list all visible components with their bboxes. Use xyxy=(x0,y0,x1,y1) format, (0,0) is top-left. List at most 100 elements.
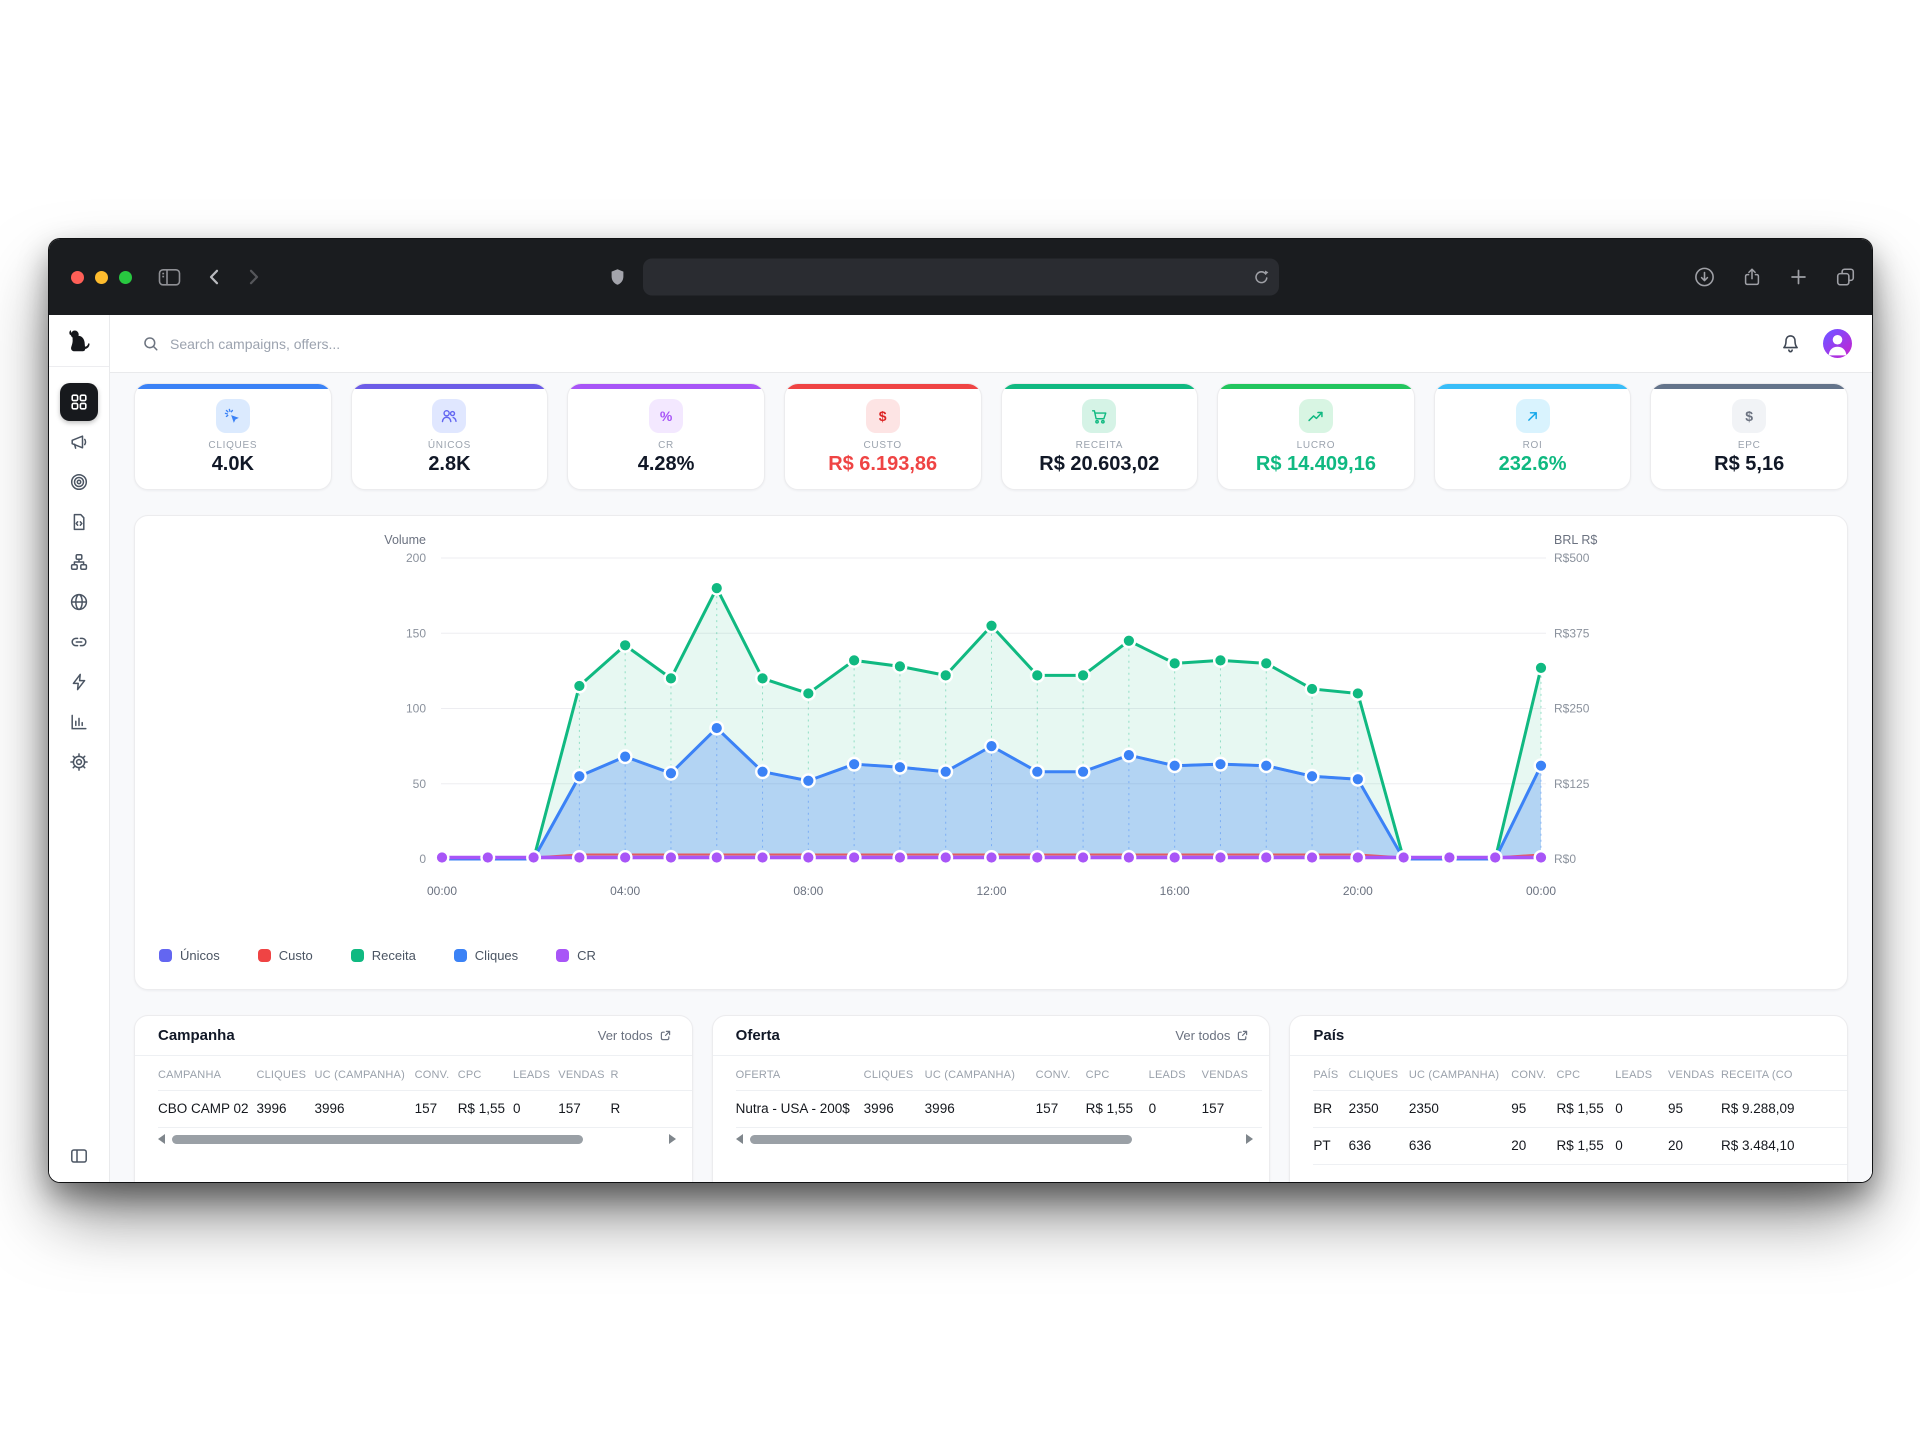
share-icon[interactable] xyxy=(1742,267,1762,288)
ver-todos-link[interactable]: Ver todos xyxy=(1175,1028,1249,1043)
app-logo[interactable] xyxy=(49,315,109,367)
sidebar-item-links[interactable] xyxy=(60,623,98,661)
ver-todos-label: Ver todos xyxy=(1175,1028,1230,1043)
table-cell: 2350 xyxy=(1349,1091,1409,1128)
downloads-icon[interactable] xyxy=(1694,267,1715,288)
kpi-accent-bar xyxy=(352,384,548,389)
new-tab-icon[interactable] xyxy=(1789,268,1808,287)
scrollbar-thumb[interactable] xyxy=(750,1135,1132,1144)
user-avatar[interactable] xyxy=(1823,329,1852,358)
dollar-icon: $ xyxy=(866,399,900,433)
scroll-right-arrow[interactable] xyxy=(1246,1134,1253,1144)
collapse-sidebar-icon[interactable] xyxy=(69,1146,89,1166)
legend-label: Custo xyxy=(279,948,313,963)
arrow-up-right-icon xyxy=(1516,399,1550,433)
kpi-value: R$ 20.603,02 xyxy=(1002,453,1198,476)
table-cell: R$ 1,55 xyxy=(1557,1128,1616,1165)
kpi-label: RECEITA xyxy=(1002,440,1198,451)
chart-point-CR xyxy=(1535,851,1548,864)
back-button[interactable] xyxy=(205,267,225,287)
chart-point-Receita xyxy=(756,672,769,685)
sidebar-item-offers[interactable] xyxy=(60,463,98,501)
scroll-right-arrow[interactable] xyxy=(669,1134,676,1144)
browser-window: CLIQUES 4.0K ÚNICOS 2.8K xyxy=(49,239,1872,1182)
oferta-table: OFERTACLIQUESUC (CAMPANHA)CONV.CPCLEADSV… xyxy=(713,1056,1270,1128)
table-cell: 636 xyxy=(1409,1128,1511,1165)
chart-point-Receita xyxy=(1352,687,1365,700)
x-axis-tick: 16:00 xyxy=(1160,884,1190,898)
forward-button[interactable] xyxy=(243,267,263,287)
search-bar[interactable] xyxy=(142,335,1780,353)
chart-point-Cliques xyxy=(1352,773,1365,786)
legend-label: Cliques xyxy=(475,948,518,963)
zoom-window-button[interactable] xyxy=(119,271,132,284)
chart-point-Receita xyxy=(619,639,632,652)
ver-todos-link[interactable]: Ver todos xyxy=(598,1028,672,1043)
table-row[interactable]: Nutra - USA - 200$39963996157R$ 1,550157 xyxy=(736,1091,1262,1128)
chart-point-Cliques xyxy=(985,740,998,753)
column-header: VENDAS xyxy=(1668,1056,1721,1091)
chart-point-CR xyxy=(1077,851,1090,864)
legend-item-cliques[interactable]: Cliques xyxy=(454,948,518,963)
table-cell: CBO CAMP 02 xyxy=(158,1091,256,1128)
chart-point-CR xyxy=(1214,851,1227,864)
legend-swatch xyxy=(556,949,569,962)
scrollbar-thumb[interactable] xyxy=(172,1135,583,1144)
sidebar-item-settings[interactable] xyxy=(60,743,98,781)
table-cell: 3996 xyxy=(315,1091,415,1128)
chart-point-Cliques xyxy=(1077,765,1090,778)
chart-point-Cliques xyxy=(1306,770,1319,783)
sidebar-item-reports[interactable] xyxy=(60,703,98,741)
reload-icon[interactable] xyxy=(1252,268,1270,286)
tab-overview-icon[interactable] xyxy=(1835,267,1856,288)
legend-item-custo[interactable]: Custo xyxy=(258,948,313,963)
chart-point-Cliques xyxy=(1260,759,1273,772)
chart-point-Cliques xyxy=(848,758,861,771)
scroll-left-arrow[interactable] xyxy=(158,1134,165,1144)
legend-item-unicos[interactable]: Únicos xyxy=(159,948,220,963)
legend-label: Receita xyxy=(372,948,416,963)
pais-card: País PAÍSCLIQUESUC (CAMPANHA)CONV.CPCLEA… xyxy=(1289,1015,1848,1182)
url-bar[interactable] xyxy=(643,259,1279,296)
chart-point-CR xyxy=(939,851,952,864)
table-cell: 0 xyxy=(1149,1091,1202,1128)
legend-item-cr[interactable]: CR xyxy=(556,948,596,963)
table-header-row: CAMPANHACLIQUESUC (CAMPANHA)CONV.CPCLEAD… xyxy=(158,1056,692,1091)
table-cell: 157 xyxy=(1036,1091,1086,1128)
sidebar-item-flows[interactable] xyxy=(60,543,98,581)
chart-point-Receita xyxy=(573,680,586,693)
table-cell: 636 xyxy=(1349,1128,1409,1165)
scrollbar-track[interactable] xyxy=(750,1135,1240,1144)
table-cell: 157 xyxy=(415,1091,458,1128)
search-input[interactable] xyxy=(170,336,590,352)
kpi-value: 2.8K xyxy=(352,453,548,476)
browser-toolbar-right xyxy=(1694,267,1856,288)
sidebar-item-landers[interactable] xyxy=(60,503,98,541)
scrollbar-track[interactable] xyxy=(172,1135,662,1144)
scroll-left-arrow[interactable] xyxy=(736,1134,743,1144)
chart-point-Receita xyxy=(985,619,998,632)
privacy-shield-icon[interactable] xyxy=(608,267,627,287)
close-window-button[interactable] xyxy=(71,271,84,284)
left-axis-title: Volume xyxy=(384,533,426,547)
legend-swatch xyxy=(454,949,467,962)
table-cell: 157 xyxy=(558,1091,610,1128)
table-row[interactable]: BR2350235095R$ 1,55095R$ 9.288,09 xyxy=(1313,1091,1847,1128)
table-title: Oferta xyxy=(736,1027,780,1044)
table-row[interactable]: PT63663620R$ 1,55020R$ 3.484,10 xyxy=(1313,1128,1847,1165)
sidebar-item-campaigns[interactable] xyxy=(60,423,98,461)
minimize-window-button[interactable] xyxy=(95,271,108,284)
sidebar-item-automation[interactable] xyxy=(60,663,98,701)
sidebar-item-dashboard[interactable] xyxy=(60,383,98,421)
kpi-card-custo: $ CUSTO R$ 6.193,86 xyxy=(784,383,982,490)
legend-item-receita[interactable]: Receita xyxy=(351,948,416,963)
table-cell: 2350 xyxy=(1409,1091,1511,1128)
sidebar-toggle-icon[interactable] xyxy=(158,268,181,287)
right-axis-tick: R$375 xyxy=(1554,626,1590,640)
tables-row: Campanha Ver todos CAMPANHACLIQUESUC (CA… xyxy=(134,1015,1848,1182)
chart-point-Cliques xyxy=(802,774,815,787)
table-row[interactable]: CBO CAMP 0239963996157R$ 1,550157R xyxy=(158,1091,692,1128)
table-cell: R$ 3.484,10 xyxy=(1721,1128,1847,1165)
notifications-bell-icon[interactable] xyxy=(1780,333,1801,354)
sidebar-item-domains[interactable] xyxy=(60,583,98,621)
